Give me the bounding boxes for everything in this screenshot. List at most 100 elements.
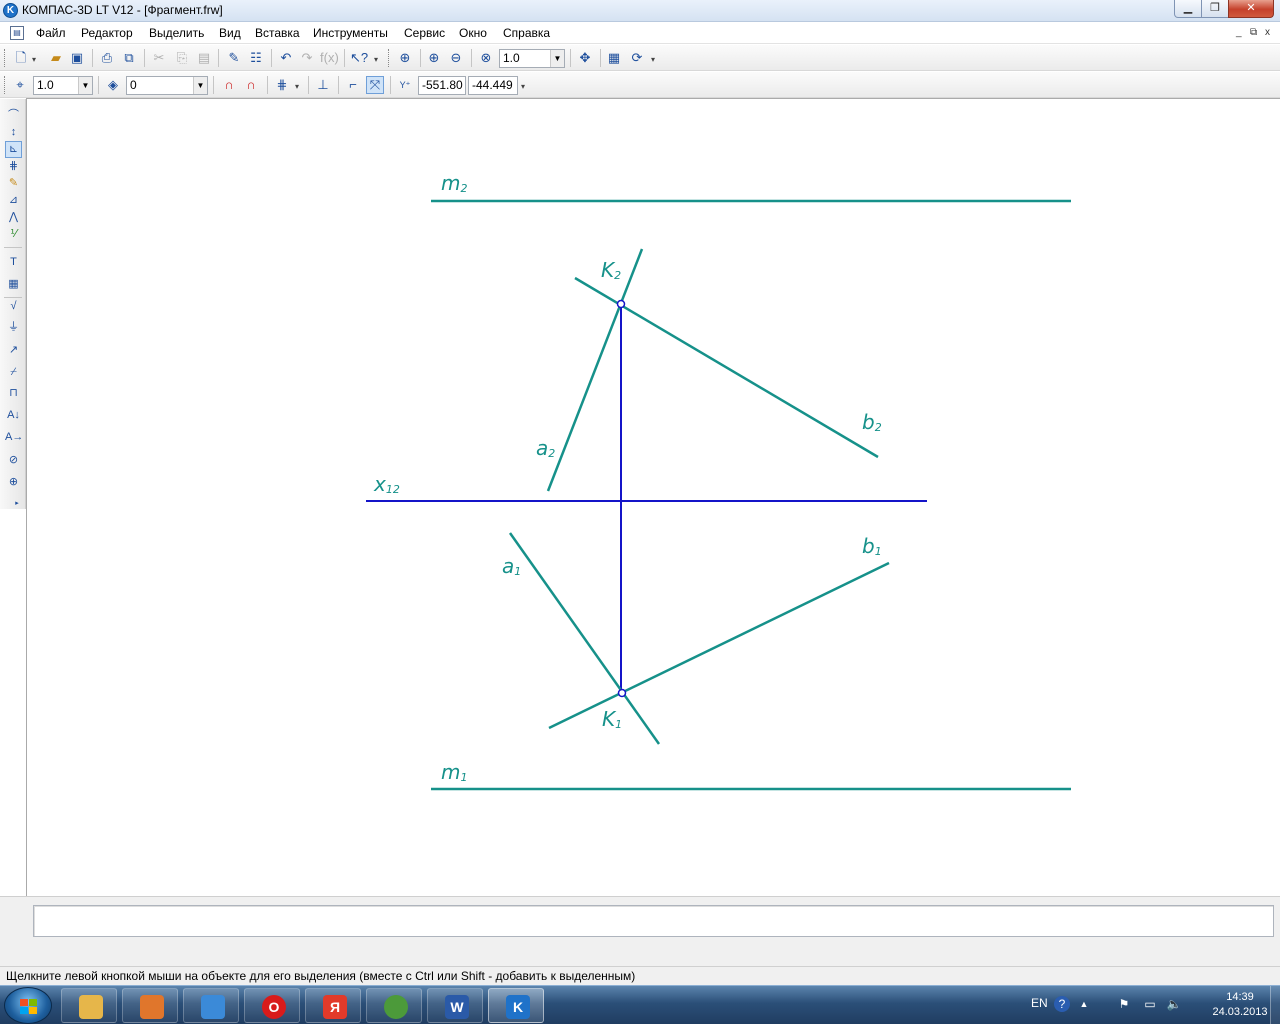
clock[interactable]: 14:39 24.03.2013: [1200, 990, 1280, 1020]
print-icon[interactable]: ⧉: [120, 49, 138, 67]
toolbar-expand-icon[interactable]: ▸: [12, 495, 22, 512]
zoom-in-icon[interactable]: ⊕: [425, 49, 443, 67]
kompas-logo-icon[interactable]: K: [3, 3, 18, 18]
zoom-window-icon[interactable]: ⊕: [396, 49, 414, 67]
toolbar-grip[interactable]: [4, 49, 7, 67]
property-bar[interactable]: [33, 905, 1274, 937]
properties-icon[interactable]: ☷: [247, 49, 265, 67]
menu-tools[interactable]: Инструменты: [313, 26, 388, 40]
menu-file[interactable]: Файл: [36, 26, 66, 40]
language-indicator[interactable]: EN: [1031, 996, 1048, 1010]
snap-magnet-icon[interactable]: ∩: [220, 76, 238, 94]
point-k2[interactable]: [616, 299, 626, 309]
toolbar-more-icon[interactable]: ▾: [651, 55, 655, 64]
tolerance-icon[interactable]: ⌿: [5, 364, 22, 381]
maximize-icon[interactable]: ❐: [1201, 0, 1229, 18]
geometry-icon[interactable]: ⌒: [5, 107, 22, 124]
mdi-minimize-icon[interactable]: _: [1236, 27, 1242, 38]
toolbar-more-icon[interactable]: ▾: [521, 82, 525, 91]
measure-icon[interactable]: ⊿: [5, 192, 22, 209]
pan-icon[interactable]: ✥: [576, 49, 594, 67]
open-icon[interactable]: ▰: [47, 49, 65, 67]
associative-views-icon[interactable]: ⅟: [5, 226, 22, 243]
drawing-canvas[interactable]: m2 K2 b2 a2 x12 a1 b1 K1 m1: [26, 98, 1280, 896]
show-desktop-button[interactable]: [1270, 986, 1280, 1025]
layer-icon[interactable]: ◈: [104, 76, 122, 94]
designations-icon[interactable]: ⊾: [5, 141, 22, 158]
menu-window[interactable]: Окно: [459, 26, 487, 40]
snap-active-icon[interactable]: ⤧: [366, 76, 384, 94]
network-icon[interactable]: ▭: [1142, 996, 1158, 1012]
line-a1[interactable]: [508, 532, 661, 745]
zoom-scale-icon[interactable]: ⊗: [477, 49, 495, 67]
taskbar-media-player-button[interactable]: [122, 988, 178, 1023]
table-icon[interactable]: ▦: [5, 276, 22, 293]
chevron-down-icon[interactable]: ▼: [550, 50, 564, 67]
taskbar-kompas-button[interactable]: K: [488, 988, 544, 1023]
grid-dropdown-icon[interactable]: ▾: [295, 82, 299, 91]
mdi-restore-icon[interactable]: ⧉: [1250, 27, 1257, 38]
axis-icon[interactable]: A→: [5, 429, 23, 446]
taskbar-explorer-button[interactable]: [61, 988, 117, 1023]
layer-combo[interactable]: 0 ▼: [126, 76, 208, 95]
tray-expand-icon[interactable]: ▲: [1076, 996, 1092, 1012]
chevron-down-icon[interactable]: ▼: [78, 77, 92, 94]
local-cs-icon[interactable]: ⊥: [314, 76, 332, 94]
menu-help[interactable]: Справка: [503, 26, 550, 40]
paste-icon[interactable]: ▤: [195, 49, 213, 67]
line-a2[interactable]: [546, 248, 644, 492]
new-dropdown-icon[interactable]: ▾: [32, 55, 36, 64]
coord-y-field[interactable]: -44.449: [468, 76, 518, 95]
selection-icon[interactable]: ⋀: [5, 209, 22, 226]
new-document-icon[interactable]: 🗋: [12, 49, 30, 67]
coord-x-field[interactable]: -551.80: [418, 76, 466, 95]
text-icon[interactable]: T: [5, 254, 22, 271]
chevron-down-icon[interactable]: ▼: [193, 77, 207, 94]
help-pointer-icon[interactable]: ↖?: [350, 49, 368, 67]
view-arrow-icon[interactable]: ⊓: [5, 385, 22, 402]
zoom-combo[interactable]: 1.0 ▼: [499, 49, 565, 68]
cut-icon[interactable]: ✂: [150, 49, 168, 67]
cut-line-icon[interactable]: A↓: [5, 407, 22, 424]
current-step-icon[interactable]: ⌖: [11, 76, 29, 94]
volume-icon[interactable]: 🔈: [1166, 996, 1182, 1012]
save-icon[interactable]: ▣: [68, 49, 86, 67]
taskbar-mail-button[interactable]: [183, 988, 239, 1023]
redo-icon[interactable]: ↷: [298, 49, 316, 67]
print-preview-icon[interactable]: ⎙: [98, 49, 116, 67]
action-center-flag-icon[interactable]: ⚑: [1116, 996, 1132, 1012]
step-combo[interactable]: 1.0 ▼: [33, 76, 93, 95]
mdi-close-icon[interactable]: x: [1265, 27, 1270, 38]
copy-icon[interactable]: ⎘: [173, 49, 191, 67]
taskbar-chrome-button[interactable]: [366, 988, 422, 1023]
base-icon[interactable]: ⏚: [5, 319, 22, 336]
menu-insert[interactable]: Вставка: [255, 26, 300, 40]
start-button[interactable]: [4, 987, 52, 1024]
close-icon[interactable]: ✕: [1228, 0, 1274, 18]
menu-select[interactable]: Выделить: [149, 26, 204, 40]
parametrization-icon[interactable]: ✎: [5, 175, 22, 192]
hatch-icon[interactable]: ⊘: [5, 452, 22, 469]
center-mark-icon[interactable]: ⊕: [5, 474, 22, 491]
grid-icon[interactable]: ⋕: [273, 76, 291, 94]
leader-icon[interactable]: ↗: [5, 342, 22, 359]
taskbar-yandex-button[interactable]: Я: [305, 988, 361, 1023]
function-icon[interactable]: f(x): [320, 49, 339, 67]
dimensions-icon[interactable]: ↕: [5, 124, 22, 141]
line-b1[interactable]: [548, 561, 890, 730]
minimize-icon[interactable]: ▁: [1174, 0, 1202, 18]
help-icon[interactable]: ?: [1054, 996, 1070, 1012]
menu-editor[interactable]: Редактор: [81, 26, 133, 40]
snap-settings-icon[interactable]: ∩: [242, 76, 260, 94]
undo-icon[interactable]: ↶: [277, 49, 295, 67]
layer-manager-icon[interactable]: ▦: [605, 49, 623, 67]
taskbar-opera-button[interactable]: O: [244, 988, 300, 1023]
cursor-coords-icon[interactable]: Y⁺: [396, 76, 414, 94]
edit-icon[interactable]: ⋕: [5, 158, 22, 175]
point-k1[interactable]: [617, 688, 627, 698]
menu-service[interactable]: Сервис: [404, 26, 445, 40]
zoom-out-icon[interactable]: ⊖: [447, 49, 465, 67]
roughness-icon[interactable]: √: [5, 298, 22, 315]
drawing-area[interactable]: m2 K2 b2 a2 x12 a1 b1 K1 m1: [27, 99, 1280, 896]
taskbar-word-button[interactable]: W: [427, 988, 483, 1023]
